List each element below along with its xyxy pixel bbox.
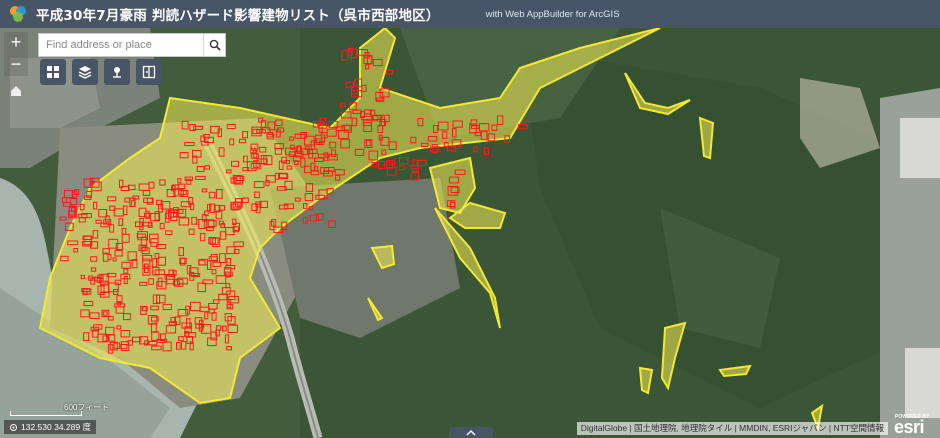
legend-icon xyxy=(113,67,121,78)
search-button[interactable] xyxy=(203,34,225,56)
home-button[interactable] xyxy=(4,80,28,102)
search-widget xyxy=(38,33,226,57)
widget-toolbar xyxy=(40,59,162,85)
esri-logo: POWERED BY esri xyxy=(892,414,936,437)
esri-brand: esri xyxy=(894,417,925,437)
scale-bar-label: 600フィート xyxy=(64,403,110,412)
scale-bar: 600フィート xyxy=(10,403,109,416)
app-title: 平成30年7月豪雨 判読ハザード影響建物リスト（呉市西部地区） xyxy=(36,8,440,24)
search-input[interactable] xyxy=(39,34,203,56)
satellite-basemap xyxy=(0,28,940,438)
layer-list-button[interactable] xyxy=(72,59,98,85)
basemap-gallery-button[interactable] xyxy=(40,59,66,85)
basemap-gallery-icon xyxy=(47,66,59,78)
app-logo-icon xyxy=(10,6,26,22)
zoom-out-button[interactable]: − xyxy=(4,54,28,76)
attribute-table-toggle[interactable] xyxy=(449,427,493,438)
zoom-control: + − xyxy=(4,32,28,76)
map-attribution: DigitalGlobe | 国土地理院, 地理院タイル | MMDIN, ES… xyxy=(576,422,888,435)
locate-icon xyxy=(10,423,17,431)
chevron-up-icon xyxy=(466,429,476,435)
legend-button[interactable] xyxy=(104,59,130,85)
app-header: 平成30年7月豪雨 判読ハザード影響建物リスト（呉市西部地区） with Web… xyxy=(0,0,940,28)
split-view-icon xyxy=(142,65,156,79)
search-icon xyxy=(209,39,221,51)
app-subtitle: with Web AppBuilder for ArcGIS xyxy=(485,8,620,20)
coordinate-text: 132.530 34.289 度 xyxy=(21,422,91,432)
zoom-in-button[interactable]: + xyxy=(4,32,28,54)
coordinate-display[interactable]: 132.530 34.289 度 xyxy=(4,420,96,434)
layer-list-icon xyxy=(78,66,92,79)
map-view[interactable]: + − Find address or place 600フィート 132.53… xyxy=(0,28,940,438)
split-view-button[interactable] xyxy=(136,59,162,85)
home-icon xyxy=(11,86,21,96)
